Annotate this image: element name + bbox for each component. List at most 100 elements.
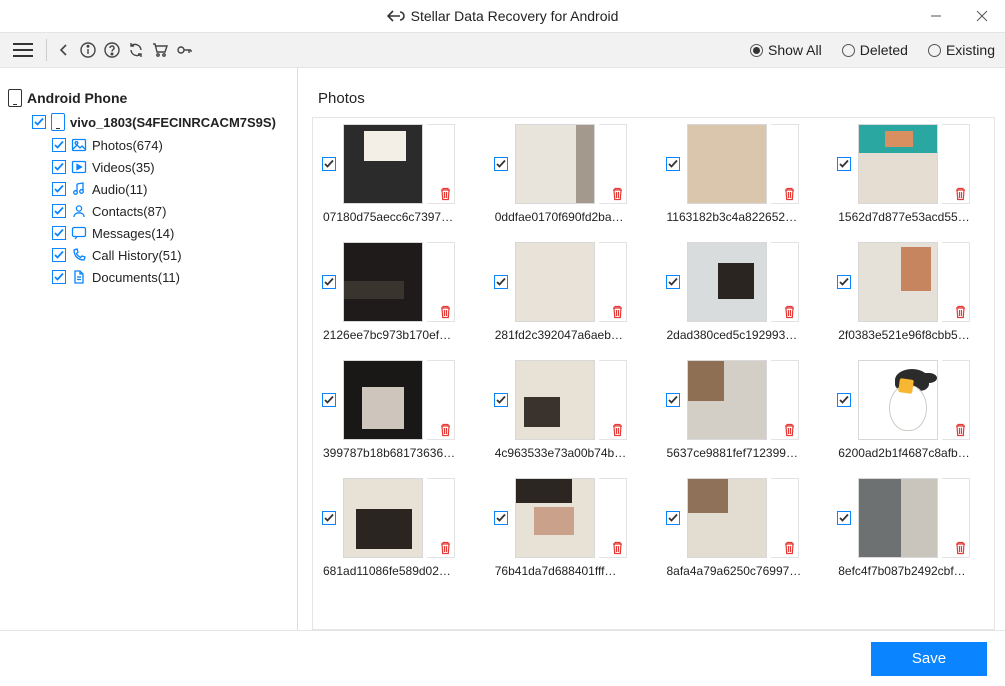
- thumbnail-image[interactable]: [343, 360, 423, 440]
- thumbnail-filename: 281fd2c392047a6aeb…: [491, 322, 641, 342]
- tree-root[interactable]: Android Phone: [8, 86, 289, 110]
- device-icon: [51, 113, 65, 131]
- thumbnail-image[interactable]: [343, 478, 423, 558]
- tree-item-photos[interactable]: Photos(674): [8, 134, 289, 156]
- thumbnail-item[interactable]: 07180d75aecc6c7397…: [319, 124, 473, 224]
- thumbnail-image[interactable]: [515, 124, 595, 204]
- thumbnail-checkbox[interactable]: [494, 393, 508, 407]
- contacts-icon: [71, 203, 87, 219]
- checkbox[interactable]: [52, 204, 66, 218]
- thumbnail-checkbox[interactable]: [837, 511, 851, 525]
- trash-icon: [783, 423, 796, 437]
- tree-item-contacts[interactable]: Contacts(87): [8, 200, 289, 222]
- thumbnail-checkbox[interactable]: [322, 275, 336, 289]
- help-icon[interactable]: [101, 39, 123, 61]
- thumbnail-image[interactable]: [858, 242, 938, 322]
- thumbnail-item[interactable]: 2126ee7bc973b170ef…: [319, 242, 473, 342]
- thumbnail-image[interactable]: [343, 242, 423, 322]
- thumbnail-checkbox[interactable]: [837, 275, 851, 289]
- thumbnail-checkbox[interactable]: [837, 157, 851, 171]
- thumbnail-item[interactable]: 4c963533e73a00b74b…: [491, 360, 645, 460]
- thumbnail-item[interactable]: 399787b18b68173636…: [319, 360, 473, 460]
- thumbnail-item[interactable]: 1163182b3c4a822652…: [663, 124, 817, 224]
- trash-icon: [954, 423, 967, 437]
- thumbnail-filename: 2dad380ced5c192993…: [663, 322, 813, 342]
- thumbnail-status: [942, 242, 970, 322]
- refresh-icon[interactable]: [125, 39, 147, 61]
- thumbnail-image[interactable]: [687, 242, 767, 322]
- thumbnail-status: [771, 360, 799, 440]
- checkbox[interactable]: [52, 138, 66, 152]
- separator: [46, 39, 47, 61]
- thumbnail-checkbox[interactable]: [666, 275, 680, 289]
- checkbox[interactable]: [52, 226, 66, 240]
- filter-existing[interactable]: Existing: [928, 42, 995, 58]
- cart-icon[interactable]: [149, 39, 171, 61]
- thumbnail-item[interactable]: 2f0383e521e96f8cbb5…: [834, 242, 988, 342]
- checkbox[interactable]: [52, 248, 66, 262]
- save-button[interactable]: Save: [871, 642, 987, 676]
- checkbox[interactable]: [52, 182, 66, 196]
- thumbnail-item[interactable]: 5637ce9881fef712399…: [663, 360, 817, 460]
- thumbnail-checkbox[interactable]: [494, 157, 508, 171]
- tree-item-audio[interactable]: Audio(11): [8, 178, 289, 200]
- minimize-button[interactable]: [913, 0, 959, 32]
- trash-icon: [439, 423, 452, 437]
- thumbnail-filename: 1163182b3c4a822652…: [663, 204, 813, 224]
- checkbox[interactable]: [32, 115, 46, 129]
- filter-deleted[interactable]: Deleted: [842, 42, 908, 58]
- thumbnail-image[interactable]: [858, 124, 938, 204]
- thumbnail-checkbox[interactable]: [666, 511, 680, 525]
- menu-button[interactable]: [10, 38, 36, 62]
- tree-item-label: Audio(11): [92, 182, 147, 197]
- thumbnail-item[interactable]: 281fd2c392047a6aeb…: [491, 242, 645, 342]
- thumbnail-checkbox[interactable]: [666, 157, 680, 171]
- thumbnail-status: [942, 124, 970, 204]
- trash-icon: [611, 541, 624, 555]
- thumbnail-checkbox[interactable]: [322, 511, 336, 525]
- thumbnail-checkbox[interactable]: [837, 393, 851, 407]
- thumbnail-item[interactable]: 1562d7d877e53acd55…: [834, 124, 988, 224]
- thumbnail-item[interactable]: 6200ad2b1f4687c8afb…: [834, 360, 988, 460]
- thumbnail-image[interactable]: [858, 360, 938, 440]
- close-button[interactable]: [959, 0, 1005, 32]
- thumbnail-item[interactable]: 76b41da7d688401fff…: [491, 478, 645, 578]
- callhistory-icon: [71, 247, 87, 263]
- thumbnail-image[interactable]: [515, 360, 595, 440]
- thumbnail-filename: 6200ad2b1f4687c8afb…: [834, 440, 984, 460]
- tree-item-videos[interactable]: Videos(35): [8, 156, 289, 178]
- thumbnail-item[interactable]: 681ad11086fe589d02…: [319, 478, 473, 578]
- thumbnail-scroll[interactable]: 07180d75aecc6c7397…0ddfae0170f690fd2ba… 1…: [312, 117, 995, 630]
- content-area: Photos 07180d75aecc6c7397…0ddfae0170f690…: [298, 68, 1005, 630]
- thumbnail-item[interactable]: 0ddfae0170f690fd2ba…: [491, 124, 645, 224]
- tree-item-documents[interactable]: Documents(11): [8, 266, 289, 288]
- tree-device[interactable]: vivo_1803(S4FECINRCACM7S9S): [8, 110, 289, 134]
- thumbnail-filename: 4c963533e73a00b74b…: [491, 440, 641, 460]
- thumbnail-image[interactable]: [687, 478, 767, 558]
- thumbnail-image[interactable]: [515, 478, 595, 558]
- filter-label: Existing: [946, 42, 995, 58]
- thumbnail-image[interactable]: [858, 478, 938, 558]
- thumbnail-item[interactable]: 8efc4f7b087b2492cbf…: [834, 478, 988, 578]
- thumbnail-image[interactable]: [687, 124, 767, 204]
- tree-item-callhistory[interactable]: Call History(51): [8, 244, 289, 266]
- thumbnail-checkbox[interactable]: [322, 393, 336, 407]
- checkbox[interactable]: [52, 160, 66, 174]
- thumbnail-image[interactable]: [515, 242, 595, 322]
- checkbox[interactable]: [52, 270, 66, 284]
- info-icon[interactable]: [77, 39, 99, 61]
- key-icon[interactable]: [173, 39, 195, 61]
- thumbnail-image[interactable]: [343, 124, 423, 204]
- thumbnail-image[interactable]: [687, 360, 767, 440]
- thumbnail-item[interactable]: 2dad380ced5c192993…: [663, 242, 817, 342]
- thumbnail-checkbox[interactable]: [666, 393, 680, 407]
- tree-item-messages[interactable]: Messages(14): [8, 222, 289, 244]
- thumbnail-checkbox[interactable]: [494, 275, 508, 289]
- thumbnail-checkbox[interactable]: [322, 157, 336, 171]
- thumbnail-checkbox[interactable]: [494, 511, 508, 525]
- thumbnail-status: [942, 360, 970, 440]
- nav-back-button[interactable]: [53, 39, 75, 61]
- thumbnail-item[interactable]: 8afa4a79a6250c76997…: [663, 478, 817, 578]
- trash-icon: [783, 541, 796, 555]
- filter-show-all[interactable]: Show All: [750, 42, 822, 58]
